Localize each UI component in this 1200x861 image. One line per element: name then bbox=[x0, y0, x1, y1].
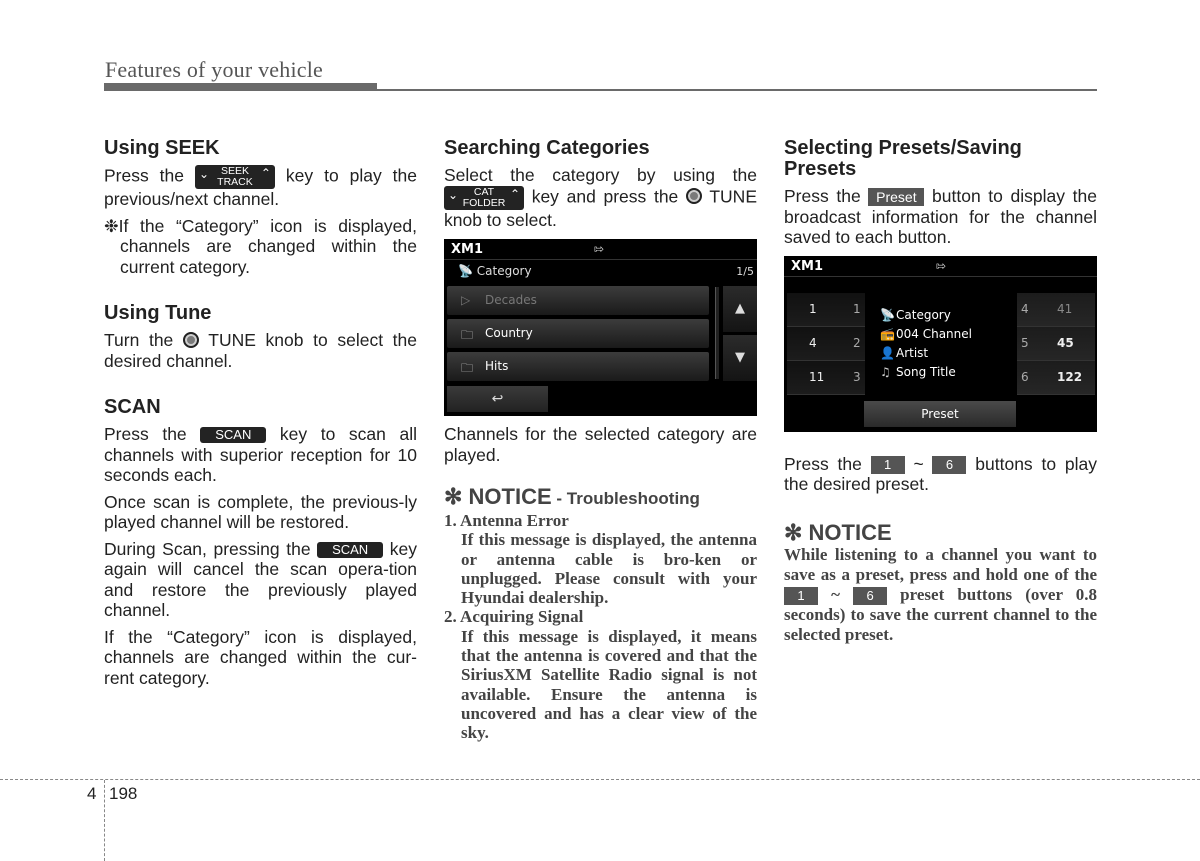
cat-folder-key: ⌄ CAT FOLDER ⌃ bbox=[444, 185, 524, 210]
preset-key-1: 1 bbox=[784, 586, 818, 605]
chapter-number: 4 bbox=[87, 784, 97, 803]
info-category: 📡Category bbox=[880, 307, 951, 322]
preset-key: Preset bbox=[868, 188, 925, 207]
notice-item-1-body: If this message is displayed, the antenn… bbox=[461, 530, 757, 608]
footer-vertical-divider bbox=[104, 780, 105, 861]
scan-paragraph-2: Once scan is complete, the previous-ly p… bbox=[104, 491, 417, 533]
page-header-title: Features of your vehicle bbox=[105, 57, 324, 82]
chevron-up-icon: ⌃ bbox=[509, 186, 520, 201]
footer-divider bbox=[0, 779, 1200, 780]
chevron-up-icon: ⌃ bbox=[260, 166, 271, 180]
tune-knob-icon bbox=[182, 332, 199, 348]
screen-title: XM1 bbox=[791, 258, 824, 274]
preset-button-3[interactable]: 11 3 bbox=[787, 360, 865, 395]
preset-key-6: 6 bbox=[853, 586, 888, 605]
presets-paragraph: Press the Preset button to display the b… bbox=[784, 186, 1097, 247]
preset-button-1[interactable]: 1 1 bbox=[787, 292, 865, 327]
scan-key: SCAN bbox=[317, 541, 384, 558]
seek-track-key: ⌄ SEEK TRACK ⌃ bbox=[194, 165, 275, 189]
notice-item-1-title: 1. Antenna Error bbox=[444, 511, 569, 530]
heading-using-seek: Using SEEK bbox=[104, 137, 220, 159]
notice-heading: ✻ NOTICE bbox=[784, 519, 892, 545]
info-channel: 📻004 Channel bbox=[880, 326, 972, 341]
notice-item-2-body: If this message is displayed, it means t… bbox=[461, 626, 757, 743]
list-item[interactable]: 🗀 Country bbox=[447, 319, 709, 348]
satellite-icon: 📡 bbox=[880, 307, 895, 322]
person-icon: 👤 bbox=[880, 345, 895, 360]
preset-key-6: 6 bbox=[932, 455, 967, 474]
music-note-icon: ♫ bbox=[880, 364, 891, 379]
seek-note: ❉If the “Category” icon is displayed, ch… bbox=[104, 215, 417, 277]
scan-paragraph-4: If the “Category” icon is displayed, cha… bbox=[104, 626, 417, 688]
screen-title: XM1 bbox=[451, 242, 484, 257]
scrollbar[interactable] bbox=[715, 287, 719, 379]
tune-paragraph: Turn the TUNE knob to select the desired… bbox=[104, 330, 418, 371]
heading-selecting-presets: Selecting Presets/Saving Presets bbox=[784, 137, 1022, 180]
preset-button-4[interactable]: 4 41 bbox=[1017, 292, 1095, 327]
tune-knob-icon bbox=[685, 188, 702, 205]
scan-key: SCAN bbox=[200, 427, 267, 444]
satellite-icon: 📡 bbox=[458, 264, 473, 278]
header-rule-thin bbox=[104, 89, 1097, 91]
page-number: 198 bbox=[109, 784, 138, 803]
heading-scan: SCAN bbox=[104, 396, 161, 418]
back-button[interactable]: ↩ bbox=[447, 386, 548, 412]
scroll-up-button[interactable]: ▲ bbox=[723, 286, 757, 332]
notice-body: While listening to a channel you want to… bbox=[784, 544, 1098, 644]
column-2: Searching Categories Select the category… bbox=[444, 138, 757, 743]
seek-paragraph: Press the ⌄ SEEK TRACK ⌃ key to play the… bbox=[104, 165, 417, 209]
preset-play-paragraph: Press the 1 ~ 6 buttons to play the desi… bbox=[784, 453, 1097, 495]
preset-button[interactable]: Preset bbox=[864, 400, 1016, 427]
radio-icon: 📻 bbox=[880, 326, 895, 341]
heading-using-tune: Using Tune bbox=[104, 302, 212, 324]
notice-troubleshooting-heading: ✻ NOTICE - Troubleshooting bbox=[444, 484, 700, 509]
play-circle-icon: ▷ bbox=[461, 293, 471, 307]
usb-icon: ⇰ bbox=[936, 258, 947, 273]
column-3: Selecting Presets/Saving Presets Press t… bbox=[784, 138, 1097, 645]
folder-icon: 🗀 bbox=[461, 361, 474, 375]
column-1: Using SEEK Press the ⌄ SEEK TRACK ⌃ key … bbox=[104, 138, 417, 688]
back-arrow-icon: ↩ bbox=[491, 391, 504, 407]
scan-paragraph-3: During Scan, pressing the SCAN key again… bbox=[104, 538, 417, 621]
notice-item-2-title: 2. Acquiring Signal bbox=[444, 607, 584, 627]
list-item[interactable]: ▷ Decades bbox=[447, 286, 709, 315]
categories-result-paragraph: Channels for the selected category are p… bbox=[444, 424, 757, 465]
scan-paragraph-1: Press the SCAN key to scan all channels … bbox=[104, 424, 417, 485]
folder-icon: 🗀 bbox=[461, 328, 474, 342]
preset-button-6[interactable]: 6 122 bbox=[1017, 360, 1095, 395]
page-indicator: 1/5 bbox=[736, 265, 754, 278]
heading-searching-categories: Searching Categories bbox=[444, 137, 650, 159]
category-header: 📡 Category bbox=[458, 264, 532, 278]
preset-button-2[interactable]: 4 2 bbox=[787, 326, 865, 361]
info-artist: 👤Artist bbox=[880, 345, 929, 360]
list-item[interactable]: 🗀 Hits bbox=[447, 352, 709, 381]
usb-icon: ⇰ bbox=[594, 242, 605, 256]
info-song: ♫ Song Title bbox=[880, 364, 956, 379]
scroll-down-button[interactable]: ▼ bbox=[723, 335, 757, 381]
preset-screen: XM1 ⇰ 1 1 4 2 11 3 4 41 5 45 6 122 📡Cate… bbox=[784, 255, 1097, 432]
categories-paragraph: Select the category by using the ⌄ CAT F… bbox=[444, 165, 757, 230]
preset-key-1: 1 bbox=[870, 455, 905, 474]
preset-button-5[interactable]: 5 45 bbox=[1017, 326, 1095, 361]
category-screen: XM1 ⇰ 📡 Category 1/5 ▷ Decades 🗀 Country… bbox=[444, 239, 757, 416]
